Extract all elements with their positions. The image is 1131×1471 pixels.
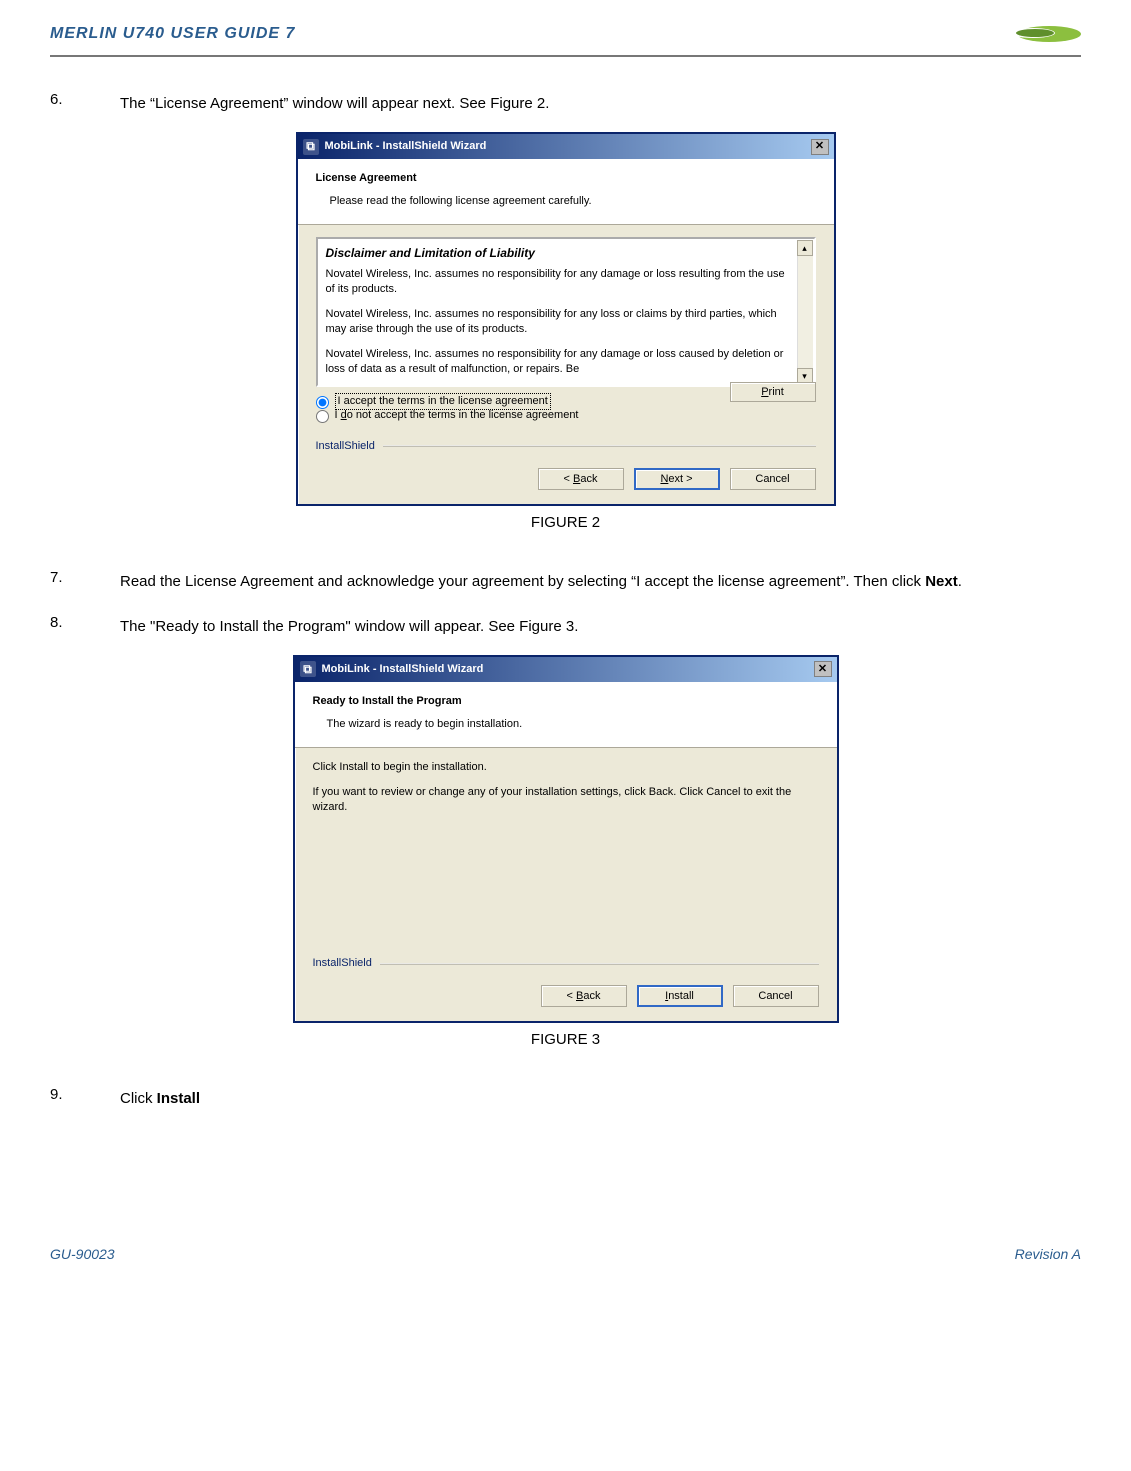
dialog-content: Disclaimer and Limitation of Liability N… xyxy=(298,225,834,431)
back-button[interactable]: < Back xyxy=(538,468,624,490)
step-9: 9. Click Install xyxy=(50,1082,1081,1115)
step-number: 9. xyxy=(50,1082,120,1115)
disclaimer-paragraph: Novatel Wireless, Inc. assumes no respon… xyxy=(326,267,792,297)
dialog-content: Click Install to begin the installation.… xyxy=(295,748,837,948)
step-7: 7. Read the License Agreement and acknow… xyxy=(50,565,1081,598)
page-footer: GU-90023 Revision A xyxy=(50,1235,1081,1267)
page-header: MERLIN U740 USER GUIDE 7 xyxy=(50,20,1081,57)
brand-text: InstallShield xyxy=(313,954,372,973)
dialog-title: MobiLink - InstallShield Wizard xyxy=(322,660,484,679)
brand-logo xyxy=(991,21,1081,47)
step-number: 8. xyxy=(50,610,120,643)
close-icon[interactable]: ✕ xyxy=(814,661,832,677)
header-title: MERLIN U740 USER GUIDE 7 xyxy=(50,20,295,47)
installer-icon: ⧉ xyxy=(303,139,319,155)
license-agreement-dialog: ⧉ MobiLink - InstallShield Wizard ✕ Lice… xyxy=(296,132,836,505)
banner-subtitle: The wizard is ready to begin installatio… xyxy=(313,715,819,734)
dialog-banner: Ready to Install the Program The wizard … xyxy=(295,682,837,748)
figure-3-label: FIGURE 3 xyxy=(50,1027,1081,1053)
install-line: Click Install to begin the installation. xyxy=(313,760,819,775)
brand-text: InstallShield xyxy=(316,437,375,456)
step-text: Read the License Agreement and acknowled… xyxy=(120,565,1081,598)
scroll-up-icon[interactable]: ▴ xyxy=(797,240,813,256)
banner-title: Ready to Install the Program xyxy=(313,692,819,711)
radio-decline[interactable]: I do not accept the terms in the license… xyxy=(316,408,816,423)
radio-accept-input[interactable] xyxy=(316,396,329,409)
step-text: Click Install xyxy=(120,1082,1081,1115)
installshield-brand: InstallShield xyxy=(313,954,819,973)
dialog-banner: License Agreement Please read the follow… xyxy=(298,159,834,225)
install-line: If you want to review or change any of y… xyxy=(313,785,819,815)
figure-2: ⧉ MobiLink - InstallShield Wizard ✕ Lice… xyxy=(50,132,1081,535)
next-button[interactable]: Next > xyxy=(634,468,720,490)
dialog-buttons: < Back Next > Cancel xyxy=(298,456,834,504)
scrollbar-track[interactable] xyxy=(797,256,813,368)
dialog-titlebar: ⧉ MobiLink - InstallShield Wizard ✕ xyxy=(298,134,834,159)
installer-icon: ⧉ xyxy=(300,661,316,677)
footer-right: Revision A xyxy=(1015,1243,1081,1267)
step-text: The “License Agreement” window will appe… xyxy=(120,87,1081,120)
disclaimer-paragraph: Novatel Wireless, Inc. assumes no respon… xyxy=(326,307,792,337)
radio-decline-label: I do not accept the terms in the license… xyxy=(335,408,579,423)
ready-install-dialog: ⧉ MobiLink - InstallShield Wizard ✕ Read… xyxy=(293,655,839,1023)
step-6: 6. The “License Agreement” window will a… xyxy=(50,87,1081,120)
step-number: 6. xyxy=(50,87,120,120)
installshield-brand: InstallShield xyxy=(316,437,816,456)
footer-left: GU-90023 xyxy=(50,1243,115,1267)
banner-title: License Agreement xyxy=(316,169,816,188)
close-icon[interactable]: ✕ xyxy=(811,139,829,155)
step-number: 7. xyxy=(50,565,120,598)
figure-3: ⧉ MobiLink - InstallShield Wizard ✕ Read… xyxy=(50,655,1081,1052)
cancel-button[interactable]: Cancel xyxy=(733,985,819,1007)
radio-decline-input[interactable] xyxy=(316,410,329,423)
banner-subtitle: Please read the following license agreem… xyxy=(316,192,816,211)
step-text: The "Ready to Install the Program" windo… xyxy=(120,610,1081,643)
dialog-title: MobiLink - InstallShield Wizard xyxy=(325,137,487,156)
license-text-scrollbox[interactable]: Disclaimer and Limitation of Liability N… xyxy=(316,237,816,387)
cancel-button[interactable]: Cancel xyxy=(730,468,816,490)
disclaimer-heading: Disclaimer and Limitation of Liability xyxy=(326,245,792,261)
figure-2-label: FIGURE 2 xyxy=(50,510,1081,536)
dialog-titlebar: ⧉ MobiLink - InstallShield Wizard ✕ xyxy=(295,657,837,682)
print-button[interactable]: Print xyxy=(730,382,816,402)
disclaimer-paragraph: Novatel Wireless, Inc. assumes no respon… xyxy=(326,347,792,377)
back-button[interactable]: < Back xyxy=(541,985,627,1007)
install-button[interactable]: Install xyxy=(637,985,723,1007)
step-8: 8. The "Ready to Install the Program" wi… xyxy=(50,610,1081,643)
dialog-buttons: < Back Install Cancel xyxy=(295,973,837,1021)
